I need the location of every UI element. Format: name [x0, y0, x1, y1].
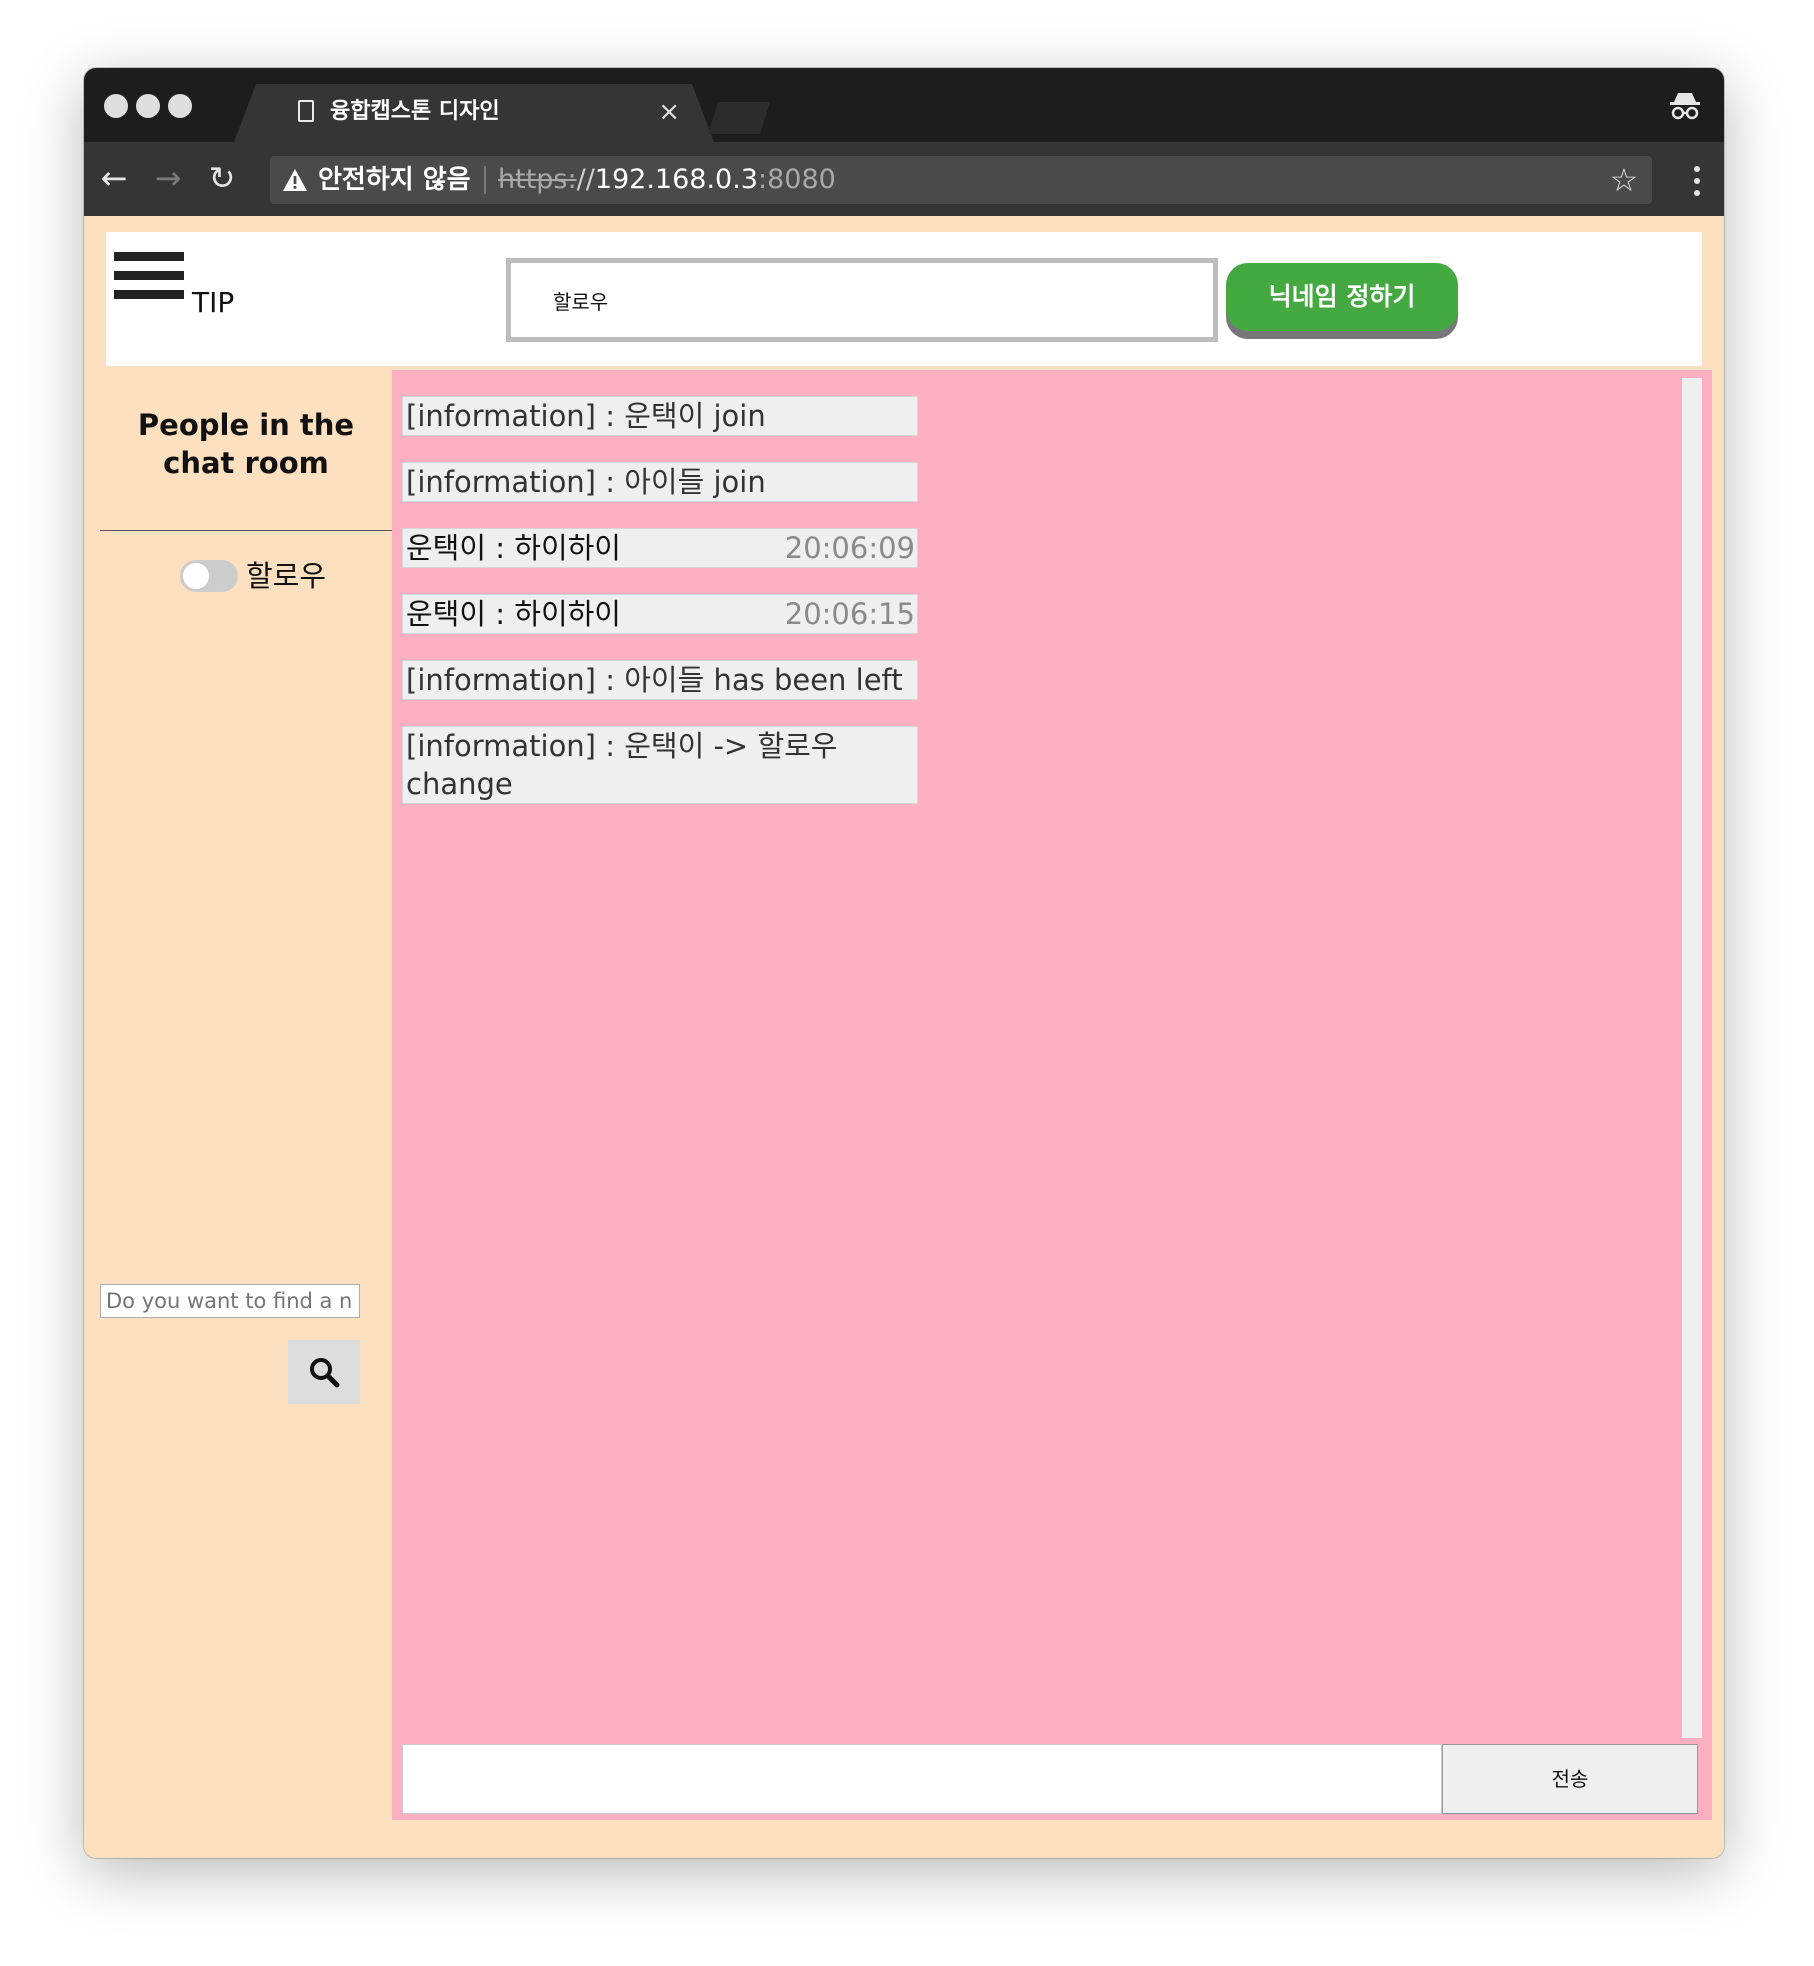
page-header: TIP 닉네임 정하기 [106, 232, 1702, 366]
url-sep: // [576, 164, 595, 195]
chat-area: [information] : 운택이 join [information] :… [392, 370, 1712, 1820]
message-sender: 운택이 [406, 531, 487, 565]
message-text: 하이하이 [514, 531, 621, 565]
incognito-icon [1670, 93, 1700, 120]
forward-button[interactable]: → [148, 158, 188, 198]
chat-message-input[interactable] [402, 1744, 1442, 1814]
tab-bar: 융합캡스톤 디자인 × [84, 68, 1724, 142]
search-icon [310, 1358, 340, 1388]
message-text: [information] : 아이들 join [406, 465, 766, 499]
active-tab[interactable]: 융합캡스톤 디자인 × [234, 84, 714, 142]
chat-message: [information] : 운택이 join [402, 396, 918, 436]
message-text: [information] : 아이들 has been left [406, 663, 903, 697]
user-name: 할로우 [246, 559, 327, 593]
message-sender: 운택이 [406, 597, 487, 631]
hamburger-menu-icon[interactable] [114, 252, 184, 306]
security-status[interactable]: 안전하지 않음 [318, 164, 471, 196]
document-icon [298, 100, 314, 122]
set-nickname-button[interactable]: 닉네임 정하기 [1226, 263, 1458, 331]
message-text: [information] : 운택이 join [406, 399, 766, 433]
message-timestamp: 20:06:09 [784, 531, 915, 565]
chat-message: [information] : 아이들 join [402, 462, 918, 502]
people-list-title: People in the chat room [137, 408, 355, 480]
browser-menu-icon[interactable] [1694, 166, 1702, 196]
tab-close-icon[interactable]: × [658, 96, 680, 128]
toggle-knob [183, 563, 209, 589]
chat-message: [information] : 아이들 has been left [402, 660, 918, 700]
find-nickname-input[interactable] [100, 1284, 360, 1318]
nickname-input[interactable] [506, 258, 1218, 342]
address-separator [484, 166, 486, 194]
new-tab-button[interactable] [708, 102, 770, 134]
page-content: TIP 닉네임 정하기 People in the chat room 할로우 [84, 216, 1724, 1858]
message-text: 하이하이 [514, 597, 621, 631]
url-port: :8080 [757, 164, 836, 195]
url-text[interactable]: https://192.168.0.3:8080 [498, 164, 836, 196]
browser-window: 융합캡스톤 디자인 × ← → ↻ 안전하지 않음 https://192.16… [84, 68, 1724, 1858]
sidebar: People in the chat room 할로우 [100, 366, 392, 1858]
chat-message: 운택이 : 하이하이 20:06:15 [402, 594, 918, 634]
tab-title: 융합캡스톤 디자인 [330, 99, 500, 124]
tip-label[interactable]: TIP [192, 286, 234, 320]
warning-icon [283, 169, 307, 191]
minimize-window-button[interactable] [136, 94, 160, 118]
user-toggle[interactable] [180, 560, 238, 592]
close-window-button[interactable] [104, 94, 128, 118]
url-host: 192.168.0.3 [594, 164, 758, 195]
chat-message: [information] : 운택이 -> 할로우 change [402, 726, 918, 804]
message-separator: : [486, 531, 515, 565]
url-scheme: https: [498, 164, 577, 195]
bookmark-star-icon[interactable]: ☆ [1606, 162, 1642, 198]
back-button[interactable]: ← [94, 158, 134, 198]
chat-scrollbar[interactable] [1682, 378, 1702, 1738]
send-button[interactable]: 전송 [1442, 1744, 1698, 1814]
maximize-window-button[interactable] [168, 94, 192, 118]
chat-message: 운택이 : 하이하이 20:06:09 [402, 528, 918, 568]
message-timestamp: 20:06:15 [784, 597, 915, 631]
sidebar-divider [100, 530, 392, 531]
message-separator: : [486, 597, 515, 631]
address-bar[interactable]: 안전하지 않음 https://192.168.0.3:8080 ☆ [270, 156, 1652, 204]
reload-button[interactable]: ↻ [202, 158, 242, 198]
browser-toolbar: ← → ↻ 안전하지 않음 https://192.168.0.3:8080 ☆ [84, 142, 1724, 216]
search-button[interactable] [288, 1340, 360, 1404]
message-text: [information] : 운택이 -> 할로우 change [406, 729, 838, 801]
